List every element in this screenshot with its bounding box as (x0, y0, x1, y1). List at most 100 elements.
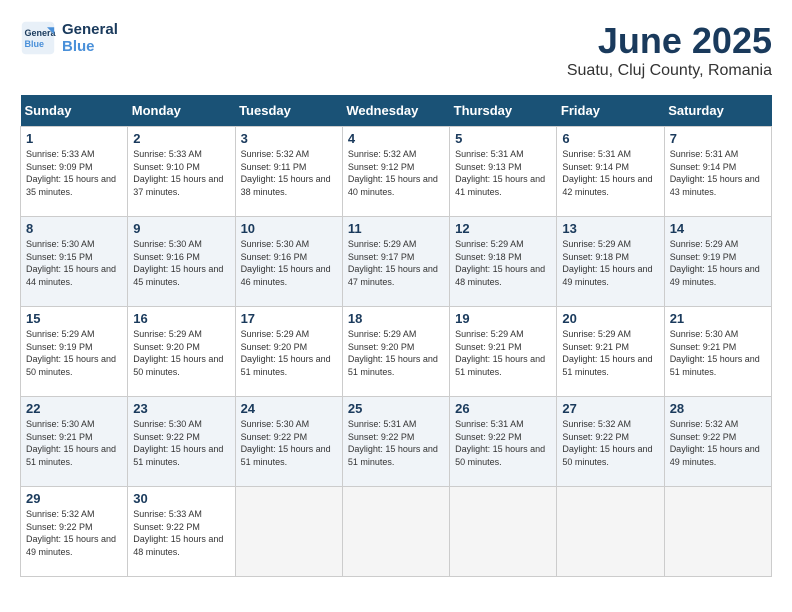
calendar-cell: 12 Sunrise: 5:29 AM Sunset: 9:18 PM Dayli… (450, 217, 557, 307)
day-number: 19 (455, 311, 551, 326)
column-header-sunday: Sunday (21, 95, 128, 127)
day-number: 15 (26, 311, 122, 326)
logo: General Blue General Blue (20, 20, 118, 56)
calendar-cell (664, 487, 771, 577)
calendar-week-row: 1 Sunrise: 5:33 AM Sunset: 9:09 PM Daylig… (21, 127, 772, 217)
day-number: 6 (562, 131, 658, 146)
day-info: Sunrise: 5:29 AM Sunset: 9:21 PM Dayligh… (455, 328, 551, 378)
calendar-cell: 26Sunrise: 5:31 AM Sunset: 9:22 PM Dayli… (450, 397, 557, 487)
day-info: Sunrise: 5:30 AM Sunset: 9:16 PM Dayligh… (241, 238, 337, 288)
calendar-cell: 2Sunrise: 5:33 AM Sunset: 9:10 PM Daylig… (128, 127, 235, 217)
day-number: 9 (133, 221, 229, 236)
header-row: SundayMondayTuesdayWednesdayThursdayFrid… (21, 95, 772, 127)
day-number: 12 (455, 221, 551, 236)
day-info: Sunrise: 5:32 AM Sunset: 9:22 PM Dayligh… (670, 418, 766, 468)
title-section: June 2025 Suatu, Cluj County, Romania (567, 20, 772, 80)
calendar-week-row: 8 Sunrise: 5:30 AM Sunset: 9:15 PM Daylig… (21, 217, 772, 307)
day-info: Sunrise: 5:32 AM Sunset: 9:11 PM Dayligh… (241, 148, 337, 198)
day-info: Sunrise: 5:32 AM Sunset: 9:22 PM Dayligh… (562, 418, 658, 468)
calendar-cell: 5 Sunrise: 5:31 AM Sunset: 9:13 PM Daylig… (450, 127, 557, 217)
column-header-wednesday: Wednesday (342, 95, 449, 127)
day-number: 26 (455, 401, 551, 416)
calendar-cell: 27 Sunrise: 5:32 AM Sunset: 9:22 PM Dayli… (557, 397, 664, 487)
day-number: 4 (348, 131, 444, 146)
day-info: Sunrise: 5:30 AM Sunset: 9:21 PM Dayligh… (26, 418, 122, 468)
day-info: Sunrise: 5:30 AM Sunset: 9:16 PM Dayligh… (133, 238, 229, 288)
calendar-cell: 1 Sunrise: 5:33 AM Sunset: 9:09 PM Daylig… (21, 127, 128, 217)
day-number: 21 (670, 311, 766, 326)
day-info: Sunrise: 5:33 AM Sunset: 9:09 PM Dayligh… (26, 148, 122, 198)
day-info: Sunrise: 5:31 AM Sunset: 9:22 PM Dayligh… (348, 418, 444, 468)
calendar-cell: 23 Sunrise: 5:30 AM Sunset: 9:22 PM Dayli… (128, 397, 235, 487)
column-header-friday: Friday (557, 95, 664, 127)
calendar-cell: 28Sunrise: 5:32 AM Sunset: 9:22 PM Dayli… (664, 397, 771, 487)
day-number: 1 (26, 131, 122, 146)
calendar-cell (235, 487, 342, 577)
day-number: 10 (241, 221, 337, 236)
day-number: 17 (241, 311, 337, 326)
calendar-cell: 20Sunrise: 5:29 AM Sunset: 9:21 PM Dayli… (557, 307, 664, 397)
calendar-cell: 7Sunrise: 5:31 AM Sunset: 9:14 PM Daylig… (664, 127, 771, 217)
day-info: Sunrise: 5:29 AM Sunset: 9:18 PM Dayligh… (562, 238, 658, 288)
day-info: Sunrise: 5:30 AM Sunset: 9:22 PM Dayligh… (133, 418, 229, 468)
calendar-title: June 2025 (567, 20, 772, 62)
calendar-cell: 15 Sunrise: 5:29 AM Sunset: 9:19 PM Dayli… (21, 307, 128, 397)
day-info: Sunrise: 5:30 AM Sunset: 9:21 PM Dayligh… (670, 328, 766, 378)
day-info: Sunrise: 5:29 AM Sunset: 9:18 PM Dayligh… (455, 238, 551, 288)
day-info: Sunrise: 5:30 AM Sunset: 9:22 PM Dayligh… (241, 418, 337, 468)
day-info: Sunrise: 5:31 AM Sunset: 9:14 PM Dayligh… (670, 148, 766, 198)
calendar-cell: 13 Sunrise: 5:29 AM Sunset: 9:18 PM Dayli… (557, 217, 664, 307)
day-number: 13 (562, 221, 658, 236)
day-number: 2 (133, 131, 229, 146)
day-number: 25 (348, 401, 444, 416)
day-number: 27 (562, 401, 658, 416)
calendar-cell: 14 Sunrise: 5:29 AM Sunset: 9:19 PM Dayli… (664, 217, 771, 307)
day-info: Sunrise: 5:30 AM Sunset: 9:15 PM Dayligh… (26, 238, 122, 288)
calendar-week-row: 22 Sunrise: 5:30 AM Sunset: 9:21 PM Dayli… (21, 397, 772, 487)
day-info: Sunrise: 5:29 AM Sunset: 9:17 PM Dayligh… (348, 238, 444, 288)
day-number: 30 (133, 491, 229, 506)
calendar-cell: 8 Sunrise: 5:30 AM Sunset: 9:15 PM Daylig… (21, 217, 128, 307)
day-number: 22 (26, 401, 122, 416)
day-number: 8 (26, 221, 122, 236)
day-number: 24 (241, 401, 337, 416)
day-number: 29 (26, 491, 122, 506)
day-info: Sunrise: 5:29 AM Sunset: 9:20 PM Dayligh… (348, 328, 444, 378)
day-info: Sunrise: 5:29 AM Sunset: 9:20 PM Dayligh… (133, 328, 229, 378)
calendar-subtitle: Suatu, Cluj County, Romania (567, 62, 772, 80)
calendar-table: SundayMondayTuesdayWednesdayThursdayFrid… (20, 95, 772, 577)
column-header-monday: Monday (128, 95, 235, 127)
calendar-week-row: 15 Sunrise: 5:29 AM Sunset: 9:19 PM Dayli… (21, 307, 772, 397)
column-header-saturday: Saturday (664, 95, 771, 127)
calendar-cell (450, 487, 557, 577)
day-number: 3 (241, 131, 337, 146)
calendar-week-row: 29 Sunrise: 5:32 AM Sunset: 9:22 PM Dayli… (21, 487, 772, 577)
page-header: General Blue General Blue June 2025 Suat… (20, 20, 772, 80)
day-info: Sunrise: 5:32 AM Sunset: 9:22 PM Dayligh… (26, 508, 122, 558)
day-info: Sunrise: 5:29 AM Sunset: 9:20 PM Dayligh… (241, 328, 337, 378)
calendar-cell: 6 Sunrise: 5:31 AM Sunset: 9:14 PM Daylig… (557, 127, 664, 217)
calendar-cell: 16 Sunrise: 5:29 AM Sunset: 9:20 PM Dayli… (128, 307, 235, 397)
day-number: 18 (348, 311, 444, 326)
day-info: Sunrise: 5:29 AM Sunset: 9:19 PM Dayligh… (26, 328, 122, 378)
day-number: 11 (348, 221, 444, 236)
calendar-cell: 24 Sunrise: 5:30 AM Sunset: 9:22 PM Dayli… (235, 397, 342, 487)
day-number: 5 (455, 131, 551, 146)
calendar-cell: 19 Sunrise: 5:29 AM Sunset: 9:21 PM Dayli… (450, 307, 557, 397)
calendar-cell: 30Sunrise: 5:33 AM Sunset: 9:22 PM Dayli… (128, 487, 235, 577)
day-info: Sunrise: 5:29 AM Sunset: 9:19 PM Dayligh… (670, 238, 766, 288)
column-header-tuesday: Tuesday (235, 95, 342, 127)
column-header-thursday: Thursday (450, 95, 557, 127)
day-info: Sunrise: 5:31 AM Sunset: 9:14 PM Dayligh… (562, 148, 658, 198)
day-number: 14 (670, 221, 766, 236)
calendar-cell: 9 Sunrise: 5:30 AM Sunset: 9:16 PM Daylig… (128, 217, 235, 307)
day-number: 16 (133, 311, 229, 326)
calendar-cell: 29 Sunrise: 5:32 AM Sunset: 9:22 PM Dayli… (21, 487, 128, 577)
day-number: 23 (133, 401, 229, 416)
calendar-cell (342, 487, 449, 577)
day-info: Sunrise: 5:31 AM Sunset: 9:13 PM Dayligh… (455, 148, 551, 198)
logo-icon: General Blue (20, 20, 56, 56)
day-info: Sunrise: 5:29 AM Sunset: 9:21 PM Dayligh… (562, 328, 658, 378)
calendar-cell: 4Sunrise: 5:32 AM Sunset: 9:12 PM Daylig… (342, 127, 449, 217)
calendar-cell: 3 Sunrise: 5:32 AM Sunset: 9:11 PM Daylig… (235, 127, 342, 217)
